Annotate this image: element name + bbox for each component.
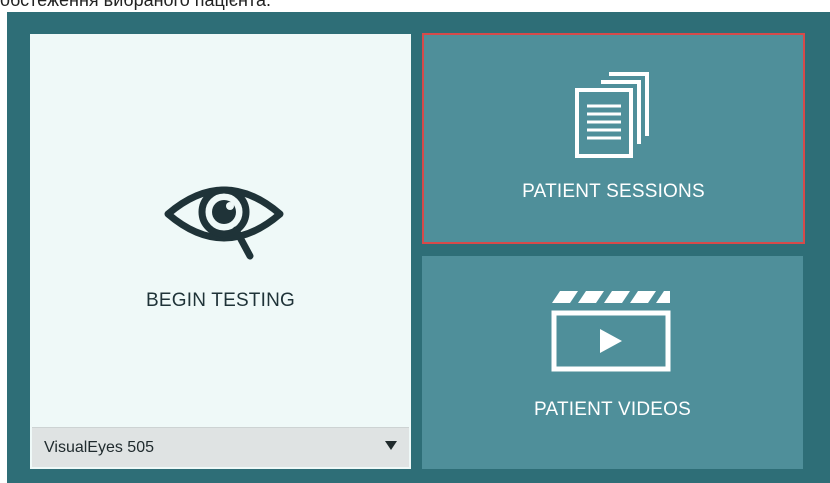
caption-text: обстеження вибраного пацієнта.	[0, 0, 271, 10]
clapperboard-play-icon	[551, 291, 671, 372]
eye-magnifier-icon	[164, 186, 284, 260]
device-dropdown-value: VisualEyes 505	[44, 439, 154, 456]
caret-down-icon	[385, 441, 397, 450]
patient-sessions-tile[interactable]: PATIENT SESSIONS	[422, 33, 805, 244]
device-dropdown[interactable]: VisualEyes 505	[32, 427, 409, 467]
begin-testing-label: BEGIN TESTING	[146, 290, 295, 311]
patient-sessions-label: PATIENT SESSIONS	[522, 181, 705, 202]
patient-videos-tile[interactable]: PATIENT VIDEOS	[422, 256, 803, 469]
patient-videos-label: PATIENT VIDEOS	[534, 399, 691, 420]
documents-icon	[575, 72, 649, 158]
